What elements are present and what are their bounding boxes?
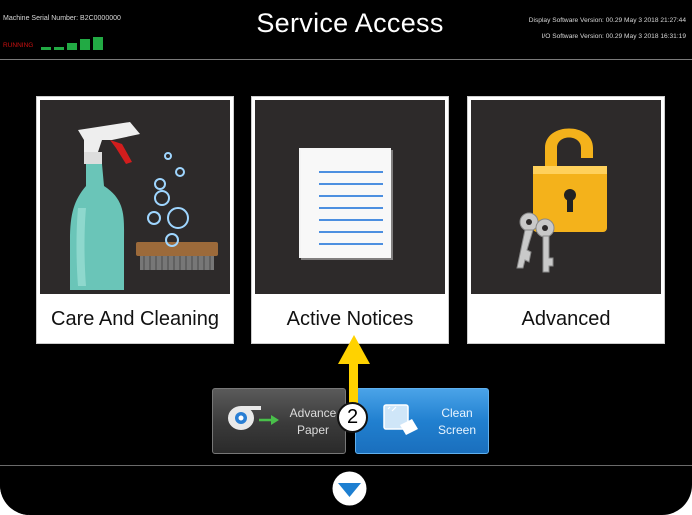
- button-label-line: Paper: [296, 423, 330, 437]
- tile-label: Care And Cleaning: [51, 307, 219, 330]
- button-label-line: Screen: [437, 423, 477, 437]
- header-bar: Machine Serial Number: B2C0000000 RUNNIN…: [0, 0, 692, 58]
- io-software-version: I/O Software Version: 00.29 May 3 2018 1…: [541, 33, 686, 40]
- scroll-down-button[interactable]: [331, 470, 368, 507]
- header-divider: [0, 59, 692, 60]
- display-software-version: Display Software Version: 00.29 May 3 20…: [528, 17, 686, 24]
- care-and-cleaning-tile[interactable]: Care And Cleaning: [36, 96, 234, 344]
- padlock-keys-icon: [471, 100, 661, 294]
- spray-bottle-brush-icon: [40, 100, 230, 294]
- clean-screen-icon: [383, 404, 418, 435]
- clean-screen-label: Clean Screen: [432, 405, 482, 439]
- notice-document-icon: [255, 100, 445, 294]
- status-indicator: RUNNING: [3, 32, 106, 50]
- signal-bar-icon: [80, 39, 91, 50]
- signal-bar-icon: [54, 47, 65, 50]
- clean-screen-button[interactable]: Clean Screen: [355, 388, 489, 454]
- paper-roll-icon: [228, 406, 279, 430]
- button-label-line: Clean: [441, 406, 473, 420]
- running-status: RUNNING: [3, 42, 34, 49]
- advance-paper-button[interactable]: Advance Paper: [212, 388, 346, 454]
- signal-bar-icon: [93, 37, 104, 50]
- annotation-arrow-head-icon: [338, 335, 370, 364]
- tile-label: Advanced: [521, 307, 611, 330]
- chevron-down-icon: [332, 471, 367, 506]
- signal-bar-icon: [41, 47, 52, 50]
- callout-number: 2: [337, 402, 368, 433]
- serial-number: Machine Serial Number: B2C0000000: [3, 15, 121, 22]
- page-title: Service Access: [256, 8, 444, 38]
- advanced-tile[interactable]: Advanced: [467, 96, 665, 344]
- active-notices-tile[interactable]: Active Notices: [251, 96, 449, 344]
- signal-bar-icon: [67, 43, 78, 50]
- advance-paper-label: Advance Paper: [283, 405, 343, 439]
- service-screen: Machine Serial Number: B2C0000000 RUNNIN…: [0, 0, 692, 515]
- footer-divider: [0, 465, 692, 466]
- button-label-line: Advance: [289, 406, 337, 420]
